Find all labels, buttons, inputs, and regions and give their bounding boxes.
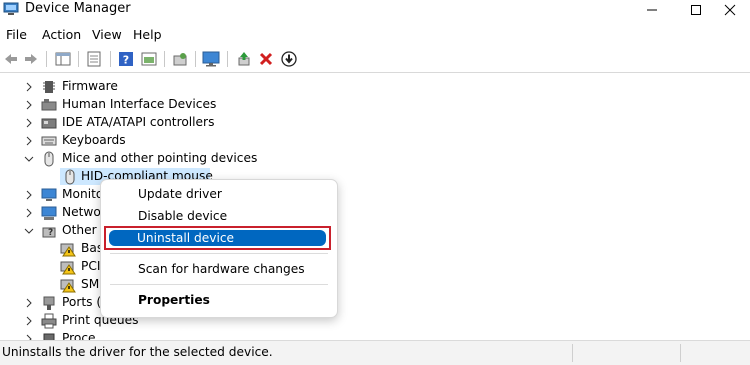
- menu-item-update-driver[interactable]: Update driver: [138, 187, 222, 201]
- hid-icon: [41, 99, 57, 111]
- expand-chevron-icon[interactable]: [24, 204, 34, 222]
- vertical-scrollbar[interactable]: [740, 73, 750, 340]
- expand-chevron-icon[interactable]: [24, 132, 34, 150]
- expand-chevron-icon[interactable]: [24, 312, 34, 330]
- tree-item-keyboards[interactable]: Keyboards: [62, 133, 126, 147]
- warning-device-icon: [60, 243, 76, 257]
- svg-text:?: ?: [123, 54, 129, 67]
- expand-chevron-icon[interactable]: [24, 294, 34, 312]
- toolbar-separator: [46, 51, 47, 67]
- collapse-chevron-icon[interactable]: [24, 150, 34, 168]
- toolbar-divider: [0, 72, 750, 73]
- menu-item-properties[interactable]: Properties: [138, 293, 210, 307]
- monitor-icon: [41, 188, 57, 201]
- printer-icon: [41, 313, 57, 329]
- port-icon: [43, 296, 55, 310]
- help-icon: ?: [119, 52, 133, 67]
- menu-item-disable-device[interactable]: Disable device: [138, 209, 227, 223]
- tree-item-ide-ata-atapi-controllers[interactable]: IDE ATA/ATAPI controllers: [62, 115, 214, 129]
- toolbar-separator: [78, 51, 79, 67]
- view-toolbar-button[interactable]: [140, 50, 158, 68]
- show-hide-tree-button[interactable]: [54, 50, 72, 68]
- back-arrow-icon: [5, 54, 17, 64]
- warning-device-icon: [60, 279, 76, 293]
- toolbar: ?: [0, 48, 750, 70]
- enable-device-toolbar-button[interactable]: [280, 50, 298, 68]
- menu-action[interactable]: Action: [42, 27, 81, 42]
- keyboard-icon: [41, 136, 57, 146]
- tree-item-pci-device[interactable]: PCI: [81, 259, 100, 273]
- tree-item-mice-and-other-pointing-devices[interactable]: Mice and other pointing devices: [62, 151, 257, 165]
- scan-hardware-icon: [173, 53, 187, 66]
- forward-arrow-icon: [25, 54, 37, 64]
- close-button[interactable]: [710, 0, 750, 20]
- menu-separator: [110, 284, 328, 285]
- toolbar-separator: [195, 51, 196, 67]
- console-tree-icon: [55, 52, 71, 66]
- update-driver-icon: [238, 52, 250, 66]
- update-driver-toolbar-button[interactable]: [235, 50, 253, 68]
- back-button[interactable]: [2, 50, 20, 68]
- uninstall-toolbar-button[interactable]: [257, 50, 275, 68]
- mouse-icon: [65, 169, 75, 185]
- minimize-icon: [647, 9, 657, 11]
- firmware-icon: [43, 81, 55, 93]
- monitor-toolbar-button[interactable]: [202, 50, 220, 68]
- maximize-icon: [691, 5, 701, 15]
- close-icon: [724, 4, 736, 16]
- annotation-highlight-box: [104, 226, 331, 250]
- toolbar-separator: [110, 51, 111, 67]
- expand-chevron-icon[interactable]: [24, 78, 34, 96]
- download-arrow-circle-icon: [281, 51, 297, 67]
- menu-file[interactable]: File: [6, 27, 27, 42]
- forward-button[interactable]: [22, 50, 40, 68]
- tree-item-firmware[interactable]: Firmware: [62, 79, 118, 93]
- status-bar: Uninstalls the driver for the selected d…: [0, 340, 750, 365]
- title-bar: Device Manager: [0, 0, 750, 20]
- minimize-button[interactable]: [632, 0, 672, 20]
- network-adapter-icon: [41, 206, 57, 220]
- ide-controller-icon: [41, 118, 57, 129]
- view-pane-icon: [141, 52, 157, 66]
- expand-chevron-icon[interactable]: [24, 186, 34, 204]
- mouse-icon: [44, 151, 54, 167]
- expand-chevron-icon[interactable]: [24, 96, 34, 114]
- status-text: Uninstalls the driver for the selected d…: [2, 345, 273, 359]
- other-devices-icon: ?: [42, 227, 56, 238]
- scan-hardware-toolbar-button[interactable]: [171, 50, 189, 68]
- expand-chevron-icon[interactable]: [24, 114, 34, 132]
- properties-sheet-icon: [87, 51, 101, 67]
- status-divider: [680, 344, 681, 362]
- red-x-icon: [259, 52, 273, 66]
- menu-bar: File Action View Help: [0, 25, 750, 45]
- status-divider: [572, 344, 573, 362]
- tree-item-monitors[interactable]: Monito: [62, 187, 103, 201]
- warning-device-icon: [60, 261, 76, 275]
- properties-toolbar-button[interactable]: [85, 50, 103, 68]
- menu-view[interactable]: View: [92, 27, 122, 42]
- monitor-icon: [202, 51, 220, 67]
- tree-item-human-interface-devices[interactable]: Human Interface Devices: [62, 97, 216, 111]
- svg-text:?: ?: [48, 228, 53, 238]
- menu-item-scan-for-hardware-changes[interactable]: Scan for hardware changes: [138, 262, 305, 276]
- help-toolbar-button[interactable]: ?: [117, 50, 135, 68]
- collapse-chevron-icon[interactable]: [24, 222, 34, 240]
- window-title: Device Manager: [25, 1, 131, 16]
- menu-help[interactable]: Help: [133, 27, 162, 42]
- tree-item-sm-bus-controller[interactable]: SM: [81, 277, 99, 291]
- device-manager-icon: [3, 2, 19, 15]
- toolbar-separator: [164, 51, 165, 67]
- tree-item-network-adapters[interactable]: Netwo: [62, 205, 101, 219]
- menu-separator: [110, 253, 328, 254]
- toolbar-separator: [227, 51, 228, 67]
